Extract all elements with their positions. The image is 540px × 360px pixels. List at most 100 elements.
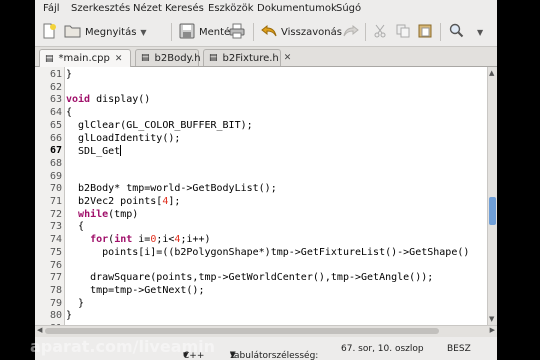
code-text: }: [66, 69, 73, 80]
code-text: ;i++): [180, 234, 211, 246]
menu-search[interactable]: Keresés: [165, 3, 204, 14]
close-icon[interactable]: ✕: [284, 53, 292, 63]
code-text: {: [66, 221, 85, 233]
menu-tools[interactable]: Eszközök: [208, 3, 254, 14]
code-line: }: [66, 69, 72, 82]
line-number: 73: [49, 221, 62, 233]
code-text: i=: [132, 234, 151, 246]
code-line: glLoadIdentity();: [66, 133, 180, 146]
code-text: }: [66, 297, 85, 309]
code-text: glLoadIdentity();: [66, 132, 181, 144]
copy-button[interactable]: [396, 22, 410, 42]
save-icon: [179, 23, 195, 42]
line-number: 80: [49, 310, 62, 322]
menu-file[interactable]: Fájl: [43, 3, 60, 14]
scroll-thumb[interactable]: [489, 197, 496, 225]
toolbar-separator: [440, 23, 441, 41]
code-text: drawSquare(points,tmp->GetWorldCenter(),…: [66, 272, 434, 284]
tab-b2body-h[interactable]: ▤ b2Body.h ✕: [135, 49, 213, 66]
folder-icon: [64, 24, 81, 41]
close-icon[interactable]: ✕: [115, 54, 123, 64]
document-icon: ▤: [141, 53, 150, 63]
line-number: 69: [49, 170, 62, 182]
line-number: 62: [49, 81, 62, 93]
code-line: {: [66, 221, 84, 234]
tab-b2fixture-h[interactable]: ▤ b2Fixture.h ✕: [203, 49, 291, 66]
toolbar-separator: [171, 23, 172, 41]
menu-documents[interactable]: Dokumentumok: [257, 3, 337, 14]
open-button[interactable]: Megnyitás ▼: [64, 22, 147, 42]
code-text: b2Vec2 points[: [66, 196, 163, 207]
code-line: for(int i=0;i<4;i++): [66, 234, 211, 247]
code-line: }: [66, 310, 72, 323]
scroll-right-icon[interactable]: ▶: [490, 326, 495, 334]
code-line: {: [66, 107, 72, 120]
toolbar-overflow-button[interactable]: ▼: [477, 22, 483, 42]
code-line-current: SDL_Get: [66, 145, 122, 159]
menu-edit[interactable]: Szerkesztés: [71, 3, 130, 14]
chevron-down-icon[interactable]: ▼: [140, 28, 146, 37]
undo-label: Visszavonás: [281, 26, 342, 38]
tab-label: b2Fixture.h: [222, 52, 279, 64]
insert-mode: BESZ: [447, 344, 471, 354]
undo-button[interactable]: Visszavonás: [261, 22, 342, 42]
paste-icon: [418, 23, 432, 41]
line-number: 76: [49, 259, 62, 271]
line-number: 74: [49, 234, 62, 246]
horizontal-scrollbar[interactable]: ◀ ▶: [35, 325, 497, 337]
menu-view[interactable]: Nézet: [133, 3, 162, 14]
find-button[interactable]: [449, 22, 464, 42]
code-editor[interactable]: 61 62 63 64 65 66 67 68 69 70 71 72 73 7…: [35, 67, 487, 334]
code-text: b2Body* tmp=world->GetBodyList();: [66, 183, 277, 195]
code-line: }: [66, 298, 84, 311]
redo-button[interactable]: [343, 22, 359, 42]
toolbar-separator: [365, 23, 366, 41]
cut-button[interactable]: [373, 22, 387, 42]
scissors-icon: [373, 24, 387, 41]
print-button[interactable]: [229, 22, 245, 42]
cursor-position: 67. sor, 10. oszlop: [341, 344, 424, 354]
scroll-left-icon[interactable]: ◀: [37, 326, 42, 334]
code-keyword: void: [66, 94, 91, 106]
document-icon: ▤: [209, 53, 218, 63]
menu-bar: Fájl Szerkesztés Nézet Keresés Eszközök …: [35, 0, 497, 18]
code-line: tmp=tmp->GetNext();: [66, 285, 204, 298]
line-number-gutter: 61 62 63 64 65 66 67 68 69 70 71 72 73 7…: [35, 67, 65, 334]
code-text: (tmp): [108, 208, 139, 220]
tab-main-cpp[interactable]: ▤ *main.cpp ✕: [39, 49, 131, 67]
scroll-up-icon[interactable]: ▲: [489, 69, 494, 77]
line-number: 71: [49, 196, 62, 207]
code-text: glClear(GL_COLOR_BUFFER_BIT);: [66, 119, 253, 131]
menu-help[interactable]: Súgó: [336, 3, 361, 14]
code-text: display(): [90, 94, 151, 106]
tab-label: *main.cpp: [58, 53, 110, 64]
search-icon: [449, 23, 464, 41]
watermark: aparat.com/liveamin: [30, 337, 216, 356]
toolbar: Megnyitás ▼ Mentés Visszavonás ▼: [35, 18, 497, 47]
code-text: }: [66, 310, 73, 322]
code-keyword: for: [90, 234, 109, 246]
line-number: 65: [49, 119, 62, 131]
line-number: 66: [49, 132, 62, 144]
line-number: 64: [49, 107, 62, 119]
scroll-down-icon[interactable]: ▼: [489, 315, 494, 323]
line-number: 79: [49, 297, 62, 309]
text-cursor: [120, 145, 122, 157]
save-button[interactable]: Mentés: [179, 22, 235, 42]
vertical-scrollbar[interactable]: ▲ ▼: [487, 67, 497, 325]
code-line: points[i]=((b2PolygonShape*)tmp->GetFixt…: [66, 247, 469, 260]
copy-icon: [396, 24, 410, 41]
code-text: {: [66, 107, 73, 119]
paste-button[interactable]: [418, 22, 432, 42]
code-keyword: int: [114, 234, 133, 246]
tab-label: b2Body.h: [154, 52, 201, 64]
new-document-button[interactable]: [41, 22, 57, 42]
line-number-current: 67: [49, 145, 62, 157]
line-number: 77: [49, 272, 62, 284]
code-line: b2Vec2 points[4];: [66, 196, 180, 209]
chevron-down-icon: ▼: [230, 351, 236, 359]
code-keyword: while: [78, 208, 109, 220]
scroll-thumb[interactable]: [45, 328, 439, 334]
code-line: drawSquare(points,tmp->GetWorldCenter(),…: [66, 272, 433, 285]
